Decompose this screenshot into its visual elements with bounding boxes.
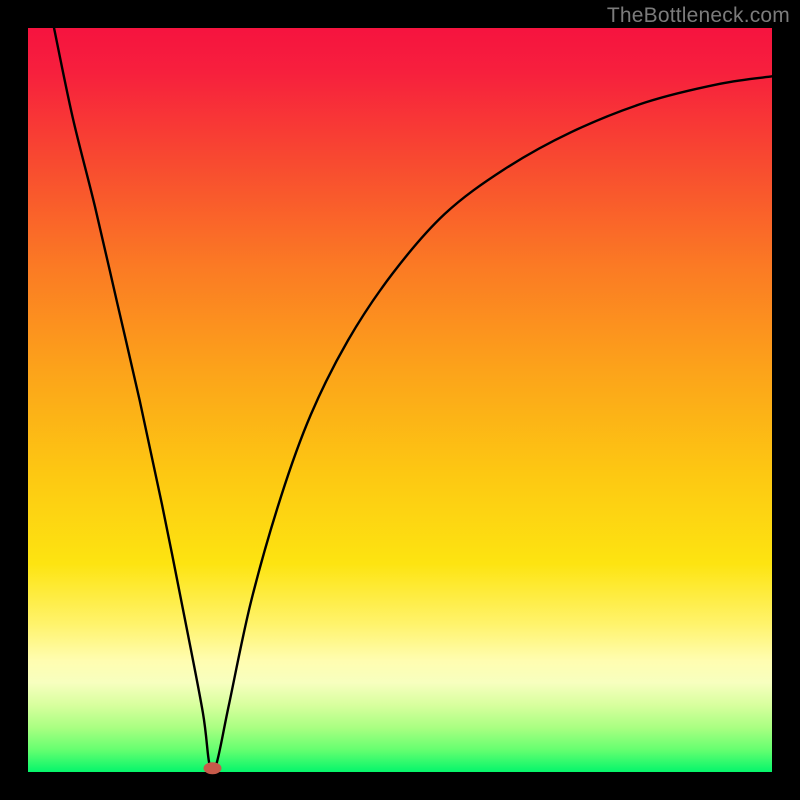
plot-svg — [28, 28, 772, 772]
chart-frame: TheBottleneck.com — [0, 0, 800, 800]
watermark-text: TheBottleneck.com — [607, 4, 790, 28]
bottleneck-curve — [54, 28, 772, 772]
plot-area — [28, 28, 772, 772]
curve-min-marker — [204, 762, 222, 774]
